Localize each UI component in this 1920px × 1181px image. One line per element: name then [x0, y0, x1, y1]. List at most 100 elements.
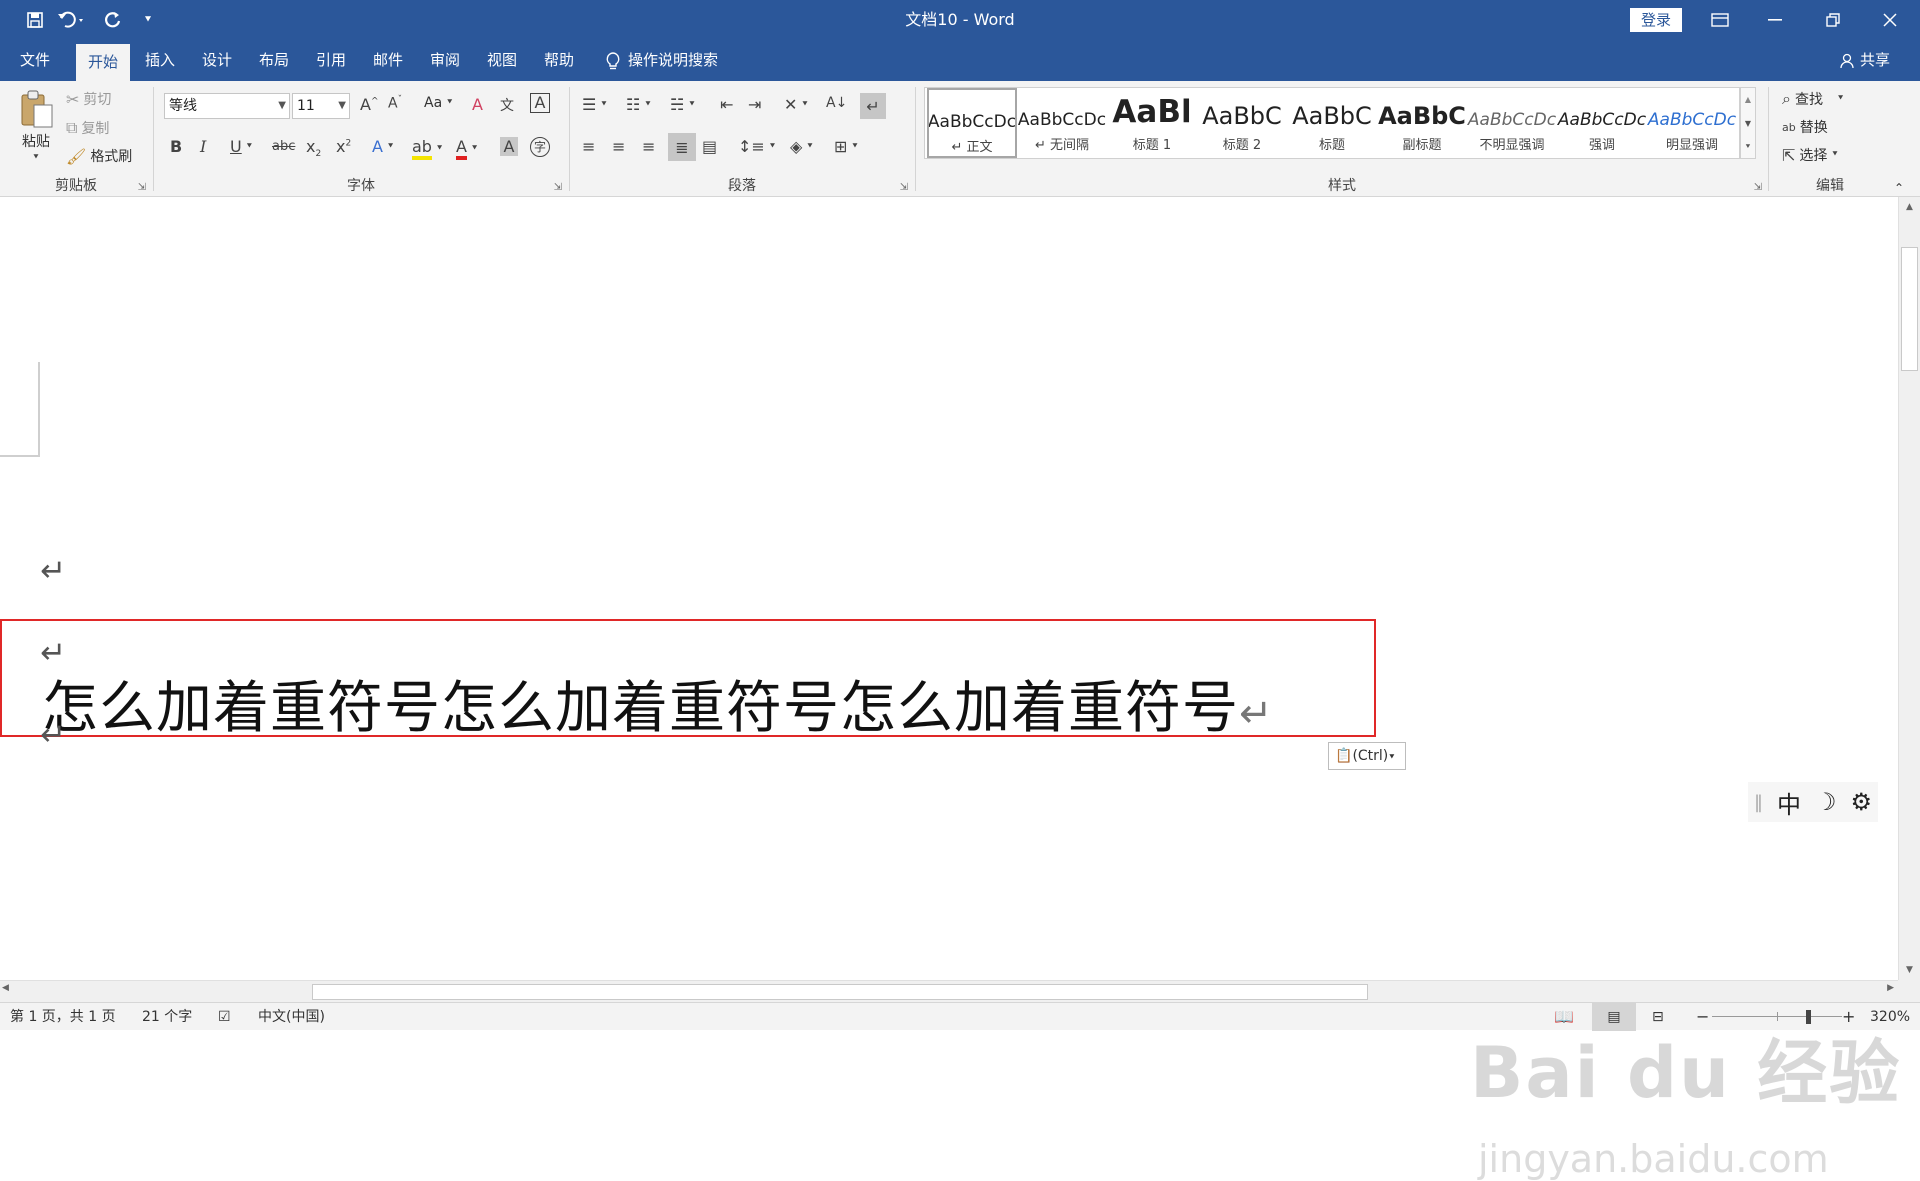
drag-handle-icon[interactable]: ‖	[1754, 792, 1763, 813]
tab-insert[interactable]: 插入	[145, 40, 175, 81]
minimize-icon[interactable]	[1745, 0, 1805, 40]
gear-icon[interactable]: ⚙	[1851, 788, 1873, 816]
chevron-up-icon[interactable]: ▲	[1899, 197, 1920, 217]
chevron-right-icon[interactable]: ▶	[1887, 983, 1894, 993]
tab-design[interactable]: 设计	[202, 40, 232, 81]
document-text[interactable]: 怎么加着重符号怎么加着重符号怎么加着重符号	[42, 676, 1239, 741]
document-canvas[interactable]: 怎么加着重符号怎么加着重符号怎么加着重符号↵ 📋(Ctrl)⯆ ↵ ↵ ↵ Ba…	[0, 197, 1899, 1181]
close-icon[interactable]	[1860, 0, 1920, 40]
clear-format-button[interactable]: A	[472, 95, 483, 114]
change-case-button[interactable]: Aa ⯆	[424, 95, 453, 111]
collapse-ribbon-icon[interactable]: ⌃	[1894, 181, 1904, 195]
print-layout-icon[interactable]: ▤	[1592, 1003, 1636, 1031]
zoom-in-icon[interactable]: +	[1842, 1003, 1855, 1031]
language[interactable]: 中文(中国)	[258, 1003, 325, 1031]
chevron-down-icon: ⯆	[801, 99, 809, 110]
ribbon-display-icon[interactable]	[1690, 0, 1750, 40]
italic-button[interactable]: I	[200, 137, 206, 156]
phonetic-guide-button[interactable]: 文	[500, 95, 514, 115]
ime-language[interactable]: 中	[1777, 785, 1801, 820]
paste-options-button[interactable]: 📋(Ctrl)⯆	[1328, 742, 1406, 770]
proofing-icon[interactable]: ☑	[218, 1003, 231, 1031]
tell-me-search[interactable]: 操作说明搜索	[606, 40, 718, 81]
enclose-char-button[interactable]: 字	[530, 137, 550, 157]
text-effects-button[interactable]: A ⯆	[372, 137, 394, 156]
underline-button[interactable]: U ⯆	[230, 137, 253, 156]
replace-button[interactable]: ab 替换	[1782, 117, 1828, 137]
tab-references[interactable]: 引用	[316, 40, 346, 81]
page-count[interactable]: 第 1 页，共 1 页	[10, 1003, 116, 1031]
highlighted-paragraph[interactable]: 怎么加着重符号怎么加着重符号怎么加着重符号 ↵	[0, 619, 1376, 741]
distributed-button[interactable]: ▤	[702, 137, 717, 156]
shading-button[interactable]: ◈ ⯆	[790, 137, 814, 156]
login-button[interactable]: 登录	[1630, 8, 1682, 32]
font-name-select[interactable]: 等线 ▼	[164, 93, 290, 119]
multilevel-list-button[interactable]: ☵ ⯆	[670, 95, 696, 114]
subscript-button[interactable]: x2	[306, 137, 321, 159]
change-case-label: Aa	[424, 95, 443, 111]
align-left-button[interactable]: ≡	[582, 137, 595, 156]
font-color-button[interactable]: A ⯆	[456, 137, 478, 160]
word-count[interactable]: 21 个字	[142, 1003, 192, 1031]
dialog-launcher-icon[interactable]: ⇲	[554, 182, 562, 193]
tab-mailings[interactable]: 邮件	[373, 40, 403, 81]
cut-button[interactable]: ✂ 剪切	[66, 89, 111, 109]
highlight-button[interactable]: ab ⯆	[412, 137, 443, 160]
font-size-select[interactable]: 11 ▼	[292, 93, 350, 119]
line-spacing-button[interactable]: ↕≡ ⯆	[738, 137, 776, 156]
grow-font-button[interactable]: A^	[360, 95, 379, 114]
chevron-down-icon[interactable]: ▼	[1899, 960, 1920, 980]
tab-file[interactable]: 文件	[20, 40, 50, 81]
moon-icon[interactable]: ☽	[1815, 788, 1837, 816]
paragraph-mark[interactable]: ↵	[40, 635, 66, 671]
paste-button[interactable]: 粘贴 ⯆	[16, 89, 56, 163]
vertical-scrollbar[interactable]: ▲ ▼	[1898, 197, 1920, 980]
tab-layout[interactable]: 布局	[259, 40, 289, 81]
scroll-thumb[interactable]	[312, 984, 1368, 1000]
tab-review[interactable]: 审阅	[430, 40, 460, 81]
zoom-level[interactable]: 320%	[1870, 1003, 1910, 1031]
read-mode-icon[interactable]: 📖	[1554, 1003, 1574, 1031]
decrease-indent-button[interactable]: ⇤	[720, 95, 733, 114]
char-shading-button[interactable]: A	[500, 137, 518, 156]
format-painter-button[interactable]: 🖌 格式刷	[66, 146, 132, 166]
zoom-out-icon[interactable]: −	[1696, 1003, 1709, 1031]
tab-home[interactable]: 开始	[76, 44, 131, 81]
chevron-down-icon: ⯆	[851, 141, 859, 152]
chevron-down-icon: ⯆	[1836, 94, 1845, 104]
select-button[interactable]: ⇱ 选择 ⯆	[1782, 145, 1839, 165]
cursor-icon: ⇱	[1782, 145, 1796, 165]
char-border-button[interactable]: A	[530, 93, 550, 113]
superscript-button[interactable]: x2	[336, 137, 351, 156]
web-layout-icon[interactable]: ⊟	[1652, 1003, 1664, 1031]
chevron-left-icon[interactable]: ◀	[2, 983, 9, 993]
scroll-thumb[interactable]	[1901, 247, 1918, 371]
dialog-launcher-icon[interactable]: ⇲	[1754, 182, 1762, 193]
bullets-button[interactable]: ☰ ⯆	[582, 95, 608, 114]
shrink-font-button[interactable]: Aˇ	[388, 95, 402, 112]
horizontal-scrollbar[interactable]: ◀ ▶	[0, 980, 1898, 1002]
zoom-slider-thumb[interactable]	[1806, 1010, 1811, 1024]
show-marks-button[interactable]: ↵	[860, 93, 886, 119]
dialog-launcher-icon[interactable]: ⇲	[138, 182, 146, 193]
find-button[interactable]: ⌕ 查找 ⯆	[1782, 89, 1844, 109]
share-button[interactable]: 共享	[1840, 40, 1890, 81]
restore-icon[interactable]	[1803, 0, 1863, 40]
sort-button[interactable]: A↓	[826, 95, 847, 111]
copy-button[interactable]: ⧉ 复制	[66, 118, 109, 138]
numbering-button[interactable]: ☷ ⯆	[626, 95, 652, 114]
align-right-icon: ≡	[642, 137, 656, 156]
paragraph-mark[interactable]: ↵	[40, 553, 66, 589]
strikethrough-button[interactable]: abc	[272, 139, 295, 154]
tab-view[interactable]: 视图	[487, 40, 517, 81]
justify-button[interactable]: ≣	[668, 133, 696, 161]
borders-button[interactable]: ⊞ ⯆	[834, 137, 859, 156]
bold-button[interactable]: B	[170, 137, 182, 156]
align-right-button[interactable]: ≡	[642, 137, 655, 156]
increase-indent-button[interactable]: ⇥	[748, 95, 761, 114]
dialog-launcher-icon[interactable]: ⇲	[900, 182, 908, 193]
chinese-layout-button[interactable]: ✕ ⯆	[784, 95, 809, 114]
paragraph-mark[interactable]: ↵	[40, 717, 66, 753]
align-center-button[interactable]: ≡	[612, 137, 625, 156]
tab-help[interactable]: 帮助	[544, 40, 574, 81]
